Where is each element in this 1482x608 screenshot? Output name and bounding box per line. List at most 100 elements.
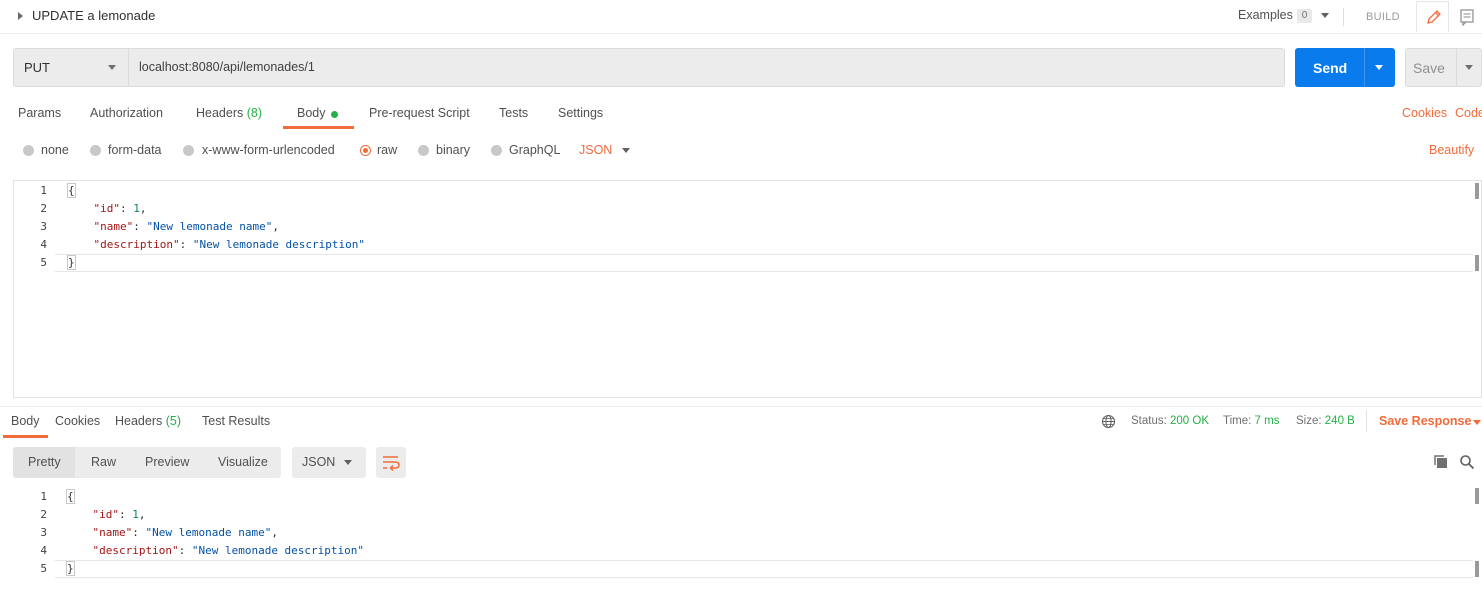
search-icon[interactable] (1459, 454, 1475, 470)
method-select[interactable]: PUT (24, 60, 50, 75)
tab-params[interactable]: Params (18, 106, 61, 120)
response-tab-body[interactable]: Body (11, 414, 40, 428)
pencil-icon (1427, 10, 1441, 24)
radio-form-data[interactable] (90, 145, 101, 156)
radio-none-label[interactable]: none (41, 143, 69, 157)
format-pretty[interactable]: Pretty (28, 455, 61, 469)
wrap-lines-icon (383, 456, 400, 472)
radio-graphql-label[interactable]: GraphQL (509, 143, 560, 157)
send-options-chevron-icon[interactable] (1375, 65, 1383, 70)
cookies-link[interactable]: Cookies (1402, 106, 1447, 120)
examples-dropdown[interactable]: Examples (1238, 8, 1293, 22)
json-key: "id" (92, 508, 120, 521)
format-visualize[interactable]: Visualize (218, 455, 268, 469)
code-line: { (66, 488, 364, 506)
code-line: "id": 1, (93, 202, 147, 215)
tab-authorization[interactable]: Authorization (90, 106, 163, 120)
radio-raw-label[interactable]: raw (377, 143, 397, 157)
url-input[interactable]: localhost:8080/api/lemonades/1 (139, 60, 315, 74)
edit-button[interactable] (1416, 1, 1449, 32)
chevron-down-icon[interactable] (108, 65, 116, 70)
response-tab-test-results[interactable]: Test Results (202, 414, 270, 428)
editor-scrollbar[interactable] (1475, 183, 1479, 199)
documentation-button[interactable] (1452, 5, 1482, 29)
line-number: 3 (40, 220, 47, 233)
code-line: } (67, 254, 365, 272)
tab-settings[interactable]: Settings (558, 106, 603, 120)
tab-tests[interactable]: Tests (499, 106, 528, 120)
caret-right-icon[interactable] (18, 12, 23, 20)
divider (1456, 49, 1457, 86)
tab-body[interactable]: Body (297, 106, 326, 120)
save-options-chevron-icon[interactable] (1465, 65, 1473, 70)
line-number: 4 (40, 238, 47, 251)
radio-raw[interactable] (360, 145, 371, 156)
radio-binary[interactable] (418, 145, 429, 156)
chevron-down-icon[interactable] (1473, 420, 1481, 425)
json-key: "id" (93, 202, 121, 215)
code-line: } (66, 560, 364, 578)
viewer-scrollbar-marker (1475, 561, 1479, 577)
body-language-select[interactable]: JSON (579, 143, 612, 157)
radio-binary-label[interactable]: binary (436, 143, 470, 157)
response-status: Status: 200 OK (1131, 415, 1209, 427)
active-tab-underline (283, 126, 354, 129)
json-key: "name" (92, 526, 133, 539)
json-value: "New lemonade description" (191, 544, 365, 557)
radio-graphql[interactable] (491, 145, 502, 156)
viewer-scrollbar[interactable] (1475, 488, 1479, 504)
response-tab-headers[interactable]: Headers (5) (115, 414, 181, 428)
line-number: 5 (40, 562, 47, 575)
response-time: Time: 7 ms (1223, 415, 1279, 427)
request-name[interactable]: UPDATE a lemonade (32, 8, 155, 23)
chevron-down-icon[interactable] (344, 460, 352, 465)
json-value: "New lemonade name" (146, 220, 273, 233)
response-tab-cookies[interactable]: Cookies (55, 414, 100, 428)
time-value[interactable]: 7 ms (1255, 415, 1280, 427)
format-preview[interactable]: Preview (145, 455, 189, 469)
radio-urlencoded-label[interactable]: x-www-form-urlencoded (202, 143, 335, 157)
json-key: "name" (93, 220, 134, 233)
line-numbers: 1 2 3 4 5 (13, 182, 47, 272)
wrap-lines-button[interactable] (376, 447, 406, 478)
globe-icon[interactable] (1101, 414, 1116, 429)
send-button-label[interactable]: Send (1313, 60, 1347, 76)
active-tab-underline (3, 435, 48, 438)
copy-icon[interactable] (1433, 454, 1449, 470)
editor-scrollbar-marker (1475, 255, 1479, 271)
response-language-label[interactable]: JSON (302, 455, 335, 469)
chevron-down-icon[interactable] (622, 148, 630, 153)
tab-headers[interactable]: Headers (8) (196, 106, 262, 120)
line-number: 2 (40, 508, 47, 521)
size-value[interactable]: 240 B (1325, 415, 1355, 427)
code-link[interactable]: Code (1455, 106, 1482, 120)
response-tab-headers-label: Headers (115, 414, 163, 428)
tab-pre-request-script[interactable]: Pre-request Script (369, 106, 470, 120)
divider (1343, 8, 1344, 26)
radio-urlencoded[interactable] (183, 145, 194, 156)
response-headers-count: (5) (165, 414, 182, 428)
save-response-button[interactable]: Save Response (1379, 414, 1471, 428)
divider (0, 406, 1482, 407)
divider (1366, 410, 1367, 432)
radio-none[interactable] (23, 145, 34, 156)
size-label: Size: (1296, 415, 1322, 427)
save-button-label[interactable]: Save (1413, 60, 1445, 76)
time-label: Time: (1223, 415, 1252, 427)
build-label[interactable]: BUILD (1366, 11, 1400, 23)
code-content[interactable]: { "id": 1, "name": "New lemonade name", … (66, 488, 364, 578)
code-line: "description": "New lemonade description… (92, 544, 365, 557)
radio-form-data-label[interactable]: form-data (108, 143, 162, 157)
line-number: 5 (40, 256, 47, 269)
document-icon (1460, 9, 1474, 27)
code-line: "id": 1, (92, 508, 146, 521)
code-brace: { (67, 183, 76, 198)
beautify-link[interactable]: Beautify (1429, 143, 1474, 157)
line-number: 3 (40, 526, 47, 539)
code-content[interactable]: { "id": 1, "name": "New lemonade name", … (67, 182, 365, 272)
format-raw[interactable]: Raw (91, 455, 116, 469)
code-line: "name": "New lemonade name", (93, 220, 279, 233)
line-number: 1 (40, 490, 47, 503)
status-value[interactable]: 200 OK (1170, 415, 1209, 427)
chevron-down-icon[interactable] (1321, 13, 1329, 18)
